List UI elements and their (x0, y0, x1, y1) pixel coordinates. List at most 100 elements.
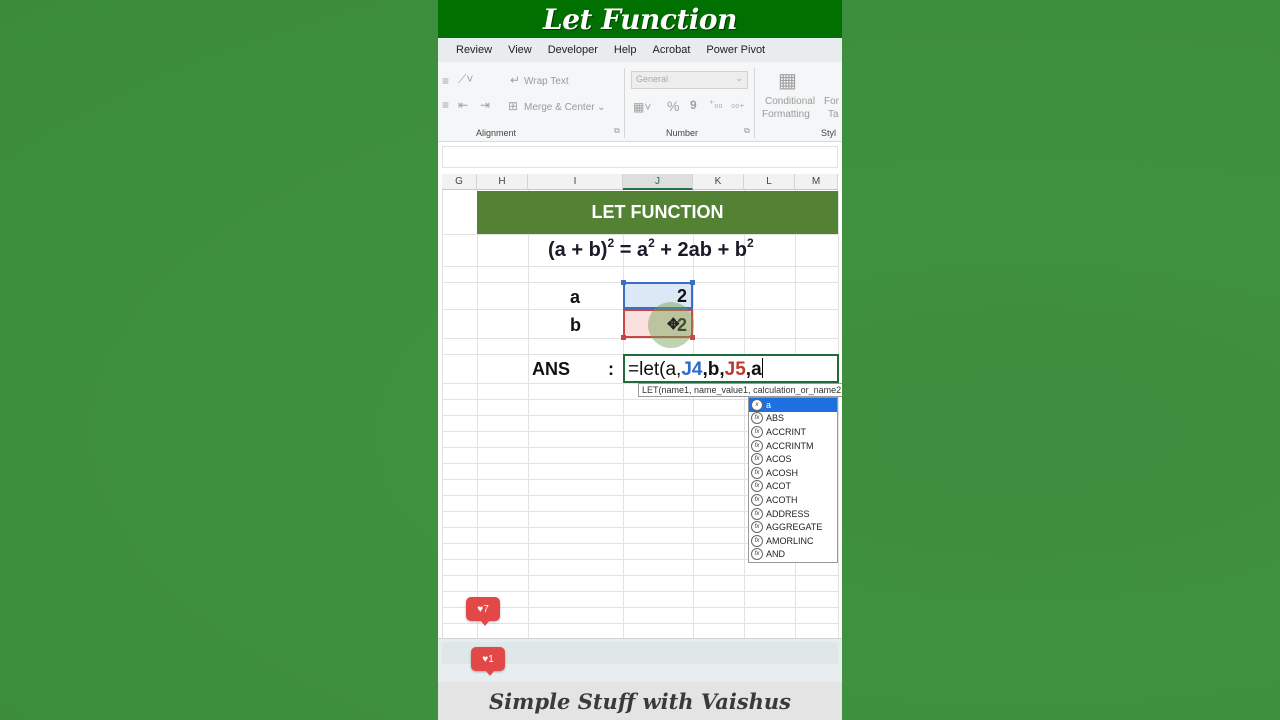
autocomplete-label: ACCRINT (766, 426, 806, 437)
styles-group-label: Styl (821, 128, 837, 138)
gridline (442, 623, 838, 624)
menu-review[interactable]: Review (448, 44, 500, 56)
column-header-l[interactable]: L (744, 174, 795, 190)
format-table-label-2[interactable]: Ta (828, 109, 839, 120)
column-header-i[interactable]: I (528, 174, 623, 190)
autocomplete-label: ACOTH (766, 494, 798, 505)
currency-icon[interactable]: ▦˅ (633, 100, 651, 114)
ribbon-separator (754, 68, 755, 138)
formula-mid: ,b, (702, 359, 725, 380)
autocomplete-label: ADDRESS (766, 508, 810, 519)
wrap-text-icon[interactable]: ↵ (510, 73, 520, 87)
comma-icon[interactable]: 9 (690, 98, 697, 112)
formula-edit-cell[interactable]: =let(a,J4,b,J5,a (623, 354, 839, 383)
autocomplete-item[interactable]: fx AGGREGATE (749, 520, 837, 534)
gridline (442, 607, 838, 608)
formula-ref-j5: J5 (724, 359, 746, 380)
format-table-label-1[interactable]: For (824, 96, 839, 107)
video-frame: Let Function Review View Developer Help … (438, 0, 842, 720)
gridline (442, 266, 838, 267)
banner-title: LET FUNCTION (591, 202, 724, 222)
label-b: b (570, 315, 581, 335)
function-icon: fx (751, 548, 763, 561)
menu-view[interactable]: View (500, 44, 540, 56)
range-handle[interactable] (621, 280, 626, 285)
autocomplete-item-selected[interactable]: xa (749, 398, 837, 412)
formula-bar[interactable] (442, 146, 838, 168)
autocomplete-item[interactable]: fx ADDRESS (749, 507, 837, 521)
alignment-launcher-icon[interactable]: ⧉ (614, 126, 620, 136)
column-header-m[interactable]: M (795, 174, 838, 190)
autocomplete-item[interactable]: fx ACCRINTM (749, 439, 837, 453)
autocomplete-item[interactable]: fx ABS (749, 412, 837, 426)
name-icon: x (751, 398, 763, 411)
column-header-j[interactable]: J (623, 174, 693, 190)
column-header-k[interactable]: K (693, 174, 744, 190)
merge-center-icon[interactable]: ⊞ (508, 99, 518, 113)
autocomplete-label: AMORLINC (766, 535, 814, 546)
gridline (528, 190, 529, 638)
autocomplete-item[interactable]: fx ACOTH (749, 493, 837, 507)
wrap-text-button[interactable]: Wrap Text (524, 76, 569, 87)
autocomplete-item[interactable]: fx AMORLINC (749, 534, 837, 548)
conditional-formatting-icon[interactable]: ▦ (778, 68, 797, 93)
menu-power-pivot[interactable]: Power Pivot (698, 44, 773, 56)
gridline (838, 190, 839, 638)
range-handle[interactable] (621, 335, 626, 340)
merge-center-button[interactable]: Merge & Center (524, 102, 595, 113)
alignment-group-label: Alignment (476, 128, 517, 138)
number-format-value: General (636, 74, 669, 84)
title-bar: Let Function (438, 0, 842, 38)
autocomplete-label: ACOT (766, 481, 792, 492)
indent-icon[interactable]: ≡ (442, 98, 449, 112)
ans-label: ANS (532, 359, 571, 379)
function-icon: fx (751, 480, 763, 493)
like-count: 7 (483, 603, 489, 615)
function-icon: fx (751, 412, 763, 425)
orientation-icon[interactable]: ⟋˅ (458, 72, 473, 87)
decrease-decimal-icon[interactable]: ₀₀₊ (731, 99, 745, 110)
autocomplete-item[interactable]: fx ACOS (749, 452, 837, 466)
align-left-icon[interactable]: ≡ (442, 74, 449, 88)
conditional-formatting-label-1[interactable]: Conditional (765, 96, 815, 107)
autocomplete-item[interactable]: fx ACCRINT (749, 425, 837, 439)
decrease-indent-icon[interactable]: ⇤ (458, 98, 468, 112)
ribbon-separator (624, 68, 625, 138)
autocomplete-item[interactable]: fx AND (749, 548, 837, 562)
autocomplete-item[interactable]: fx ACOT (749, 480, 837, 494)
menu-acrobat[interactable]: Acrobat (645, 44, 699, 56)
number-format-select[interactable]: General ⌄ (631, 71, 748, 89)
autocomplete-label: ACOS (766, 454, 792, 465)
column-header-g[interactable]: G (442, 174, 477, 190)
increase-indent-icon[interactable]: ⇥ (480, 98, 490, 112)
menu-developer[interactable]: Developer (540, 44, 606, 56)
label-a: a (570, 287, 581, 307)
merge-dropdown-icon[interactable]: ⌄ (597, 102, 605, 113)
like-bubble: ♥ 1 (471, 647, 505, 676)
formula-prefix: =let(a, (628, 359, 682, 380)
autocomplete-label: AND (766, 549, 786, 560)
autocomplete-label: ACOSH (766, 467, 799, 478)
autocomplete-label: ACCRINTM (766, 440, 814, 451)
range-handle[interactable] (690, 280, 695, 285)
conditional-formatting-label-2[interactable]: Formatting (762, 109, 810, 120)
number-launcher-icon[interactable]: ⧉ (744, 126, 750, 136)
gridline (442, 575, 838, 576)
footer-bar: Simple Stuff with Vaishus (438, 682, 842, 720)
number-group-label: Number (666, 128, 699, 138)
function-icon: fx (751, 439, 763, 452)
percent-icon[interactable]: % (667, 98, 679, 114)
function-icon: fx (751, 425, 763, 438)
autocomplete-label: AGGREGATE (766, 522, 823, 533)
text-caret (761, 358, 763, 378)
column-header-h[interactable]: H (477, 174, 528, 190)
identity-formula: (a + b)2 = a2 + 2ab + b2 (548, 236, 754, 261)
video-title: Let Function (543, 2, 737, 36)
autocomplete-item[interactable]: fx ACOSH (749, 466, 837, 480)
increase-decimal-icon[interactable]: ⁺₀₀ (709, 99, 723, 110)
function-icon: fx (751, 466, 763, 479)
chevron-down-icon: ⌄ (735, 73, 743, 83)
autocomplete-list[interactable]: xa fx ABS fx ACCRINT fx ACCRINTM fx ACOS fx A… (748, 397, 838, 563)
menu-help[interactable]: Help (606, 44, 645, 56)
ribbon: ≡ ⟋˅ ≡ ⇤ ⇥ ↵ Wrap Text ⊞ Merge & Center … (438, 62, 842, 142)
